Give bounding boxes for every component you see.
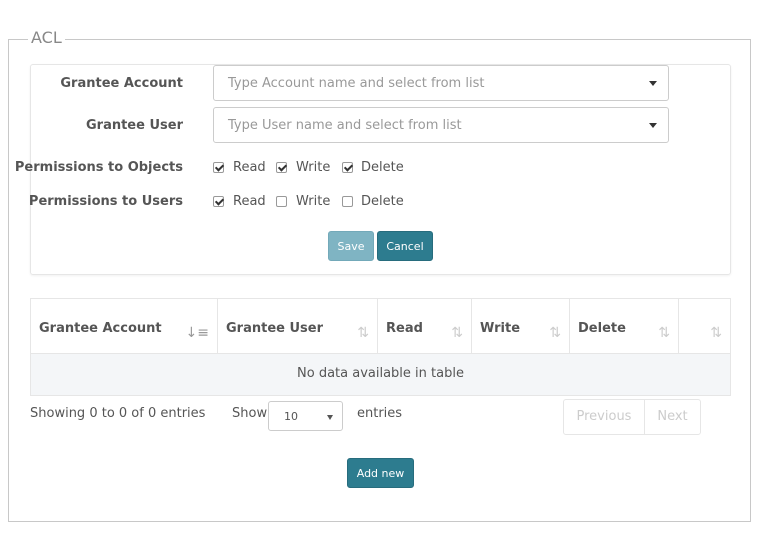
perm-users-delete-checkbox[interactable] xyxy=(342,196,353,207)
perm-objects-read-label: Read xyxy=(233,160,266,175)
grantee-account-select[interactable]: Type Account name and select from list xyxy=(213,65,669,101)
empty-message: No data available in table xyxy=(297,366,464,381)
grantee-user-placeholder: Type User name and select from list xyxy=(228,118,462,133)
perm-objects-read-checkbox[interactable] xyxy=(213,162,224,173)
perm-objects-delete-label: Delete xyxy=(361,160,404,175)
caret-down-icon xyxy=(649,123,657,128)
grantee-account-label: Grantee Account xyxy=(60,76,183,91)
sort-both-icon: ⇅ xyxy=(549,325,561,341)
acl-table: Grantee Account ↓≡ Grantee User ⇅ Read ⇅… xyxy=(30,298,731,396)
column-header-read[interactable]: Read ⇅ xyxy=(378,299,472,353)
next-button[interactable]: Next xyxy=(645,400,700,434)
perm-users-label: Permissions to Users xyxy=(28,194,183,209)
perm-objects-delete-checkbox[interactable] xyxy=(342,162,353,173)
caret-down-icon xyxy=(327,415,333,420)
sort-both-icon: ⇅ xyxy=(451,325,463,341)
grantee-user-label: Grantee User xyxy=(85,118,183,133)
acl-legend: ACL xyxy=(28,28,65,47)
add-new-button[interactable]: Add new xyxy=(347,458,414,488)
perm-users-read-checkbox[interactable] xyxy=(213,196,224,207)
perm-objects-write-checkbox[interactable] xyxy=(276,162,287,173)
perm-users-write-checkbox[interactable] xyxy=(276,196,287,207)
sort-ascending-icon: ↓≡ xyxy=(185,325,209,341)
table-info: Showing 0 to 0 of 0 entries xyxy=(30,406,206,421)
column-header-actions[interactable]: ⇅ xyxy=(679,299,730,353)
perm-users-delete-label: Delete xyxy=(361,194,404,209)
entries-label: entries xyxy=(357,406,403,421)
perm-users-row: Read Write Delete xyxy=(213,194,413,214)
column-header-label: Grantee User xyxy=(226,321,324,336)
grantee-user-select[interactable]: Type User name and select from list xyxy=(213,107,669,143)
column-header-grantee-account[interactable]: Grantee Account ↓≡ xyxy=(31,299,218,353)
sort-both-icon: ⇅ xyxy=(357,325,369,341)
page-length-select[interactable]: 10 xyxy=(268,401,343,431)
perm-users-read-label: Read xyxy=(233,194,266,209)
perm-objects-label: Permissions to Objects xyxy=(14,160,183,175)
cancel-button[interactable]: Cancel xyxy=(377,231,433,261)
page-length-value: 10 xyxy=(284,410,298,423)
caret-down-icon xyxy=(649,81,657,86)
column-header-grantee-user[interactable]: Grantee User ⇅ xyxy=(218,299,378,353)
sort-both-icon: ⇅ xyxy=(710,325,722,341)
column-header-delete[interactable]: Delete ⇅ xyxy=(570,299,679,353)
column-header-write[interactable]: Write ⇅ xyxy=(472,299,570,353)
show-label: Show xyxy=(232,406,268,421)
grantee-account-placeholder: Type Account name and select from list xyxy=(228,76,485,91)
column-header-label: Write xyxy=(480,321,521,336)
sort-both-icon: ⇅ xyxy=(658,325,670,341)
perm-users-write-label: Write xyxy=(296,194,331,209)
table-empty-row: No data available in table xyxy=(31,353,730,395)
perm-objects-write-label: Write xyxy=(296,160,331,175)
column-header-label: Grantee Account xyxy=(39,321,162,336)
column-header-label: Read xyxy=(386,321,423,336)
perm-objects-row: Read Write Delete xyxy=(213,160,413,180)
previous-button[interactable]: Previous xyxy=(564,400,645,434)
pagination: Previous Next xyxy=(563,399,701,435)
save-button[interactable]: Save xyxy=(328,231,374,261)
column-header-label: Delete xyxy=(578,321,626,336)
